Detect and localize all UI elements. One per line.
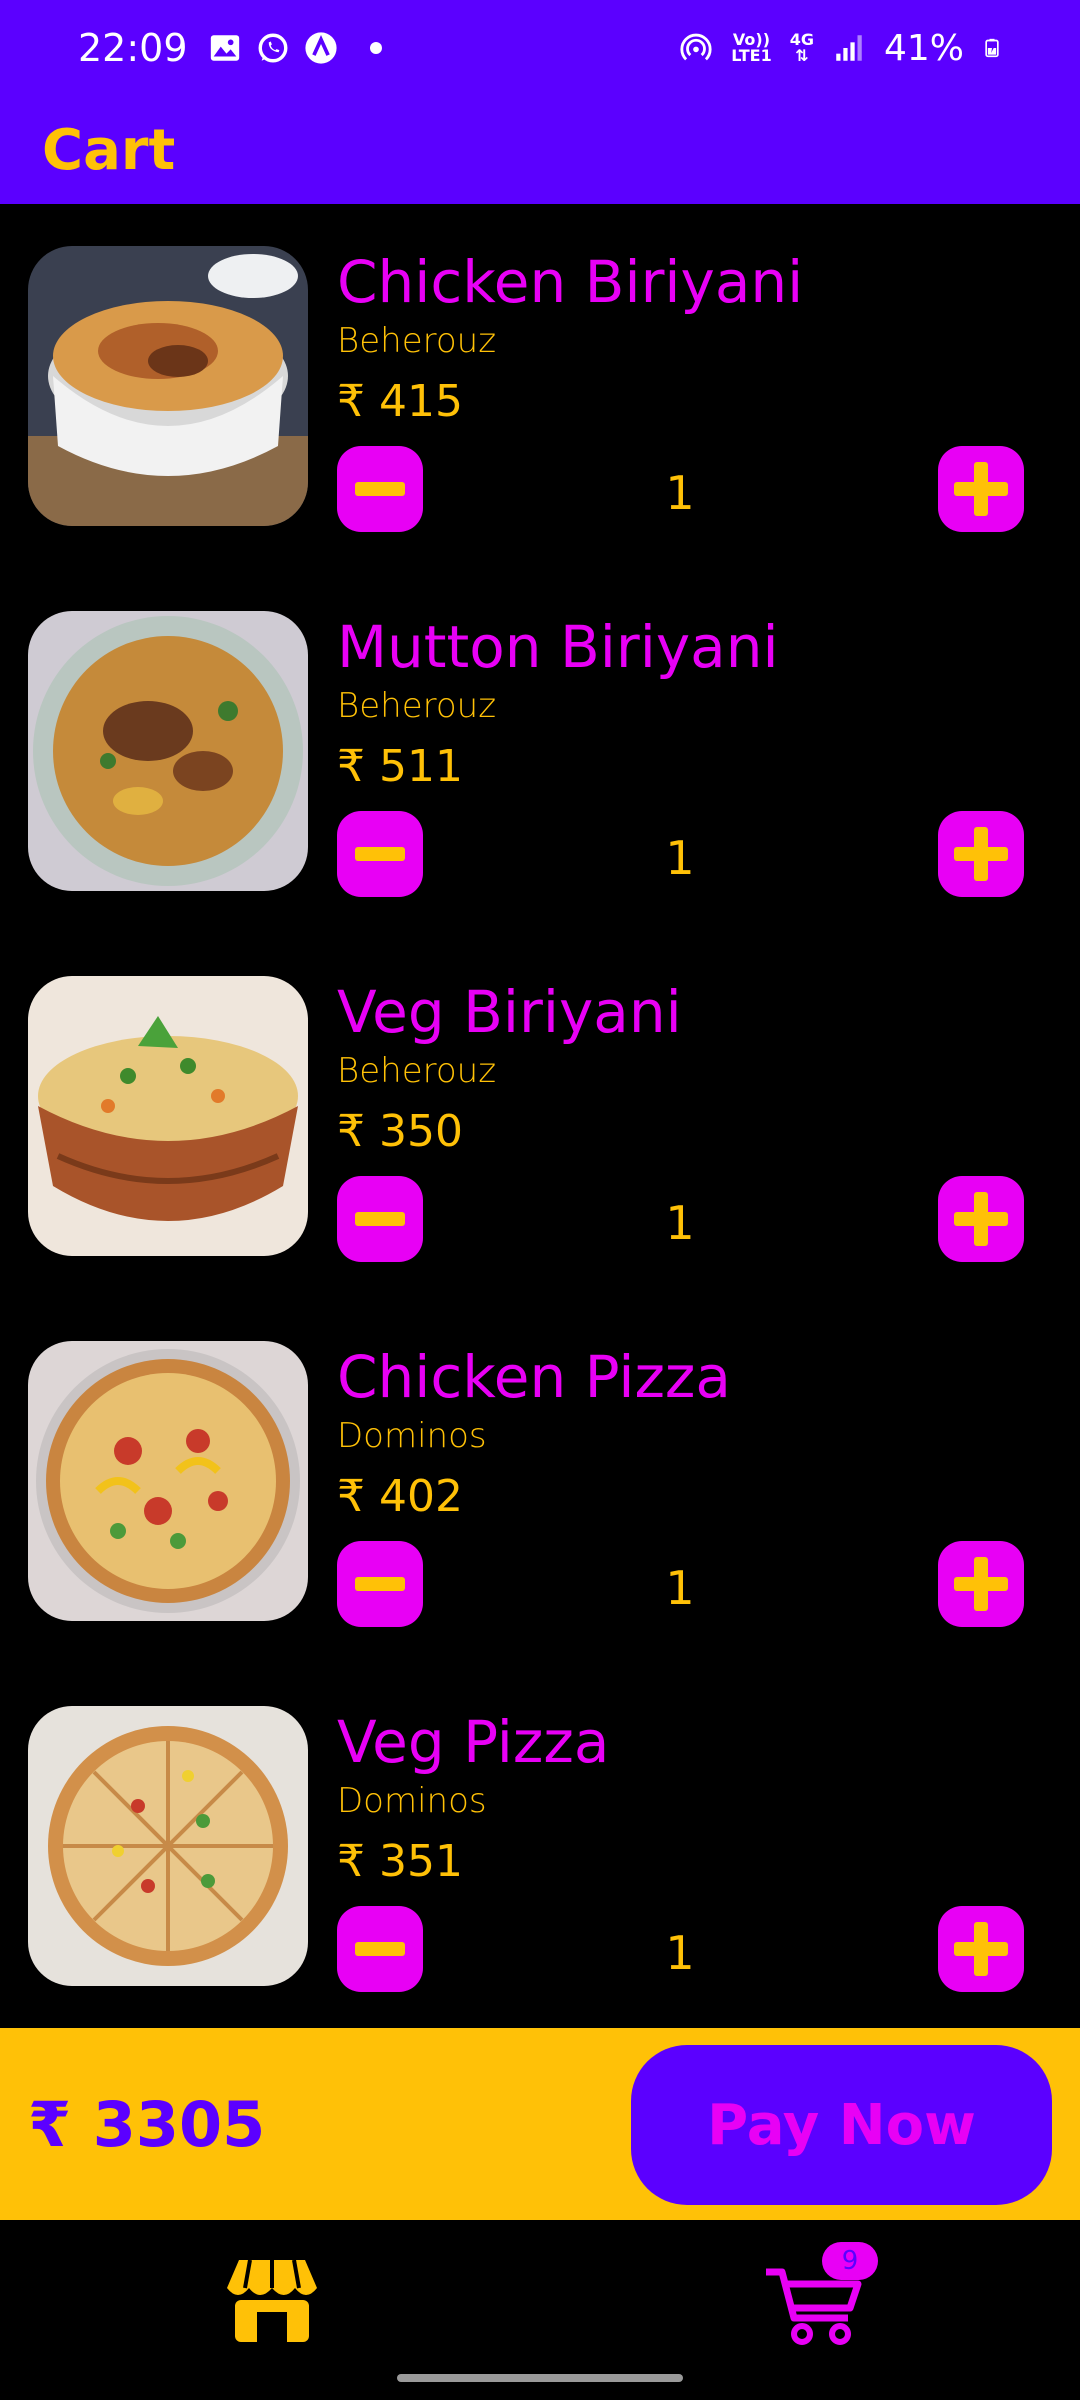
- status-left-icons: [208, 31, 382, 65]
- decrease-quantity-button[interactable]: [337, 1906, 423, 1992]
- item-name: Chicken Biriyani: [337, 248, 804, 316]
- cart-item: Veg Biriyani Beherouz ₹ 350 1: [0, 934, 1080, 1299]
- app-icon: [304, 32, 337, 64]
- status-bar: 22:09 Vo)) LTE1 4G ⇅ 41%: [0, 0, 1080, 96]
- notification-dot: [369, 42, 382, 54]
- volte-icon: Vo)) LTE1: [731, 32, 772, 64]
- mutton-biriyani-image: [28, 611, 308, 891]
- item-price: ₹ 511: [337, 741, 463, 792]
- quantity-value: 1: [665, 831, 695, 885]
- quantity-value: 1: [665, 1561, 695, 1615]
- 4g-icon: 4G ⇅: [790, 32, 814, 64]
- battery-icon: [985, 38, 999, 58]
- item-name: Veg Pizza: [337, 1708, 610, 1776]
- increase-quantity-button[interactable]: [938, 446, 1024, 532]
- item-name: Chicken Pizza: [337, 1343, 731, 1411]
- signal-icon: [836, 35, 862, 61]
- cart-item: Veg Pizza Dominos ₹ 351 1: [0, 1664, 1080, 2029]
- app-bar: Cart: [0, 96, 1080, 204]
- data-arrows-icon: ⇅: [795, 46, 809, 65]
- increase-quantity-button[interactable]: [938, 811, 1024, 897]
- status-time: 22:09: [78, 26, 188, 70]
- plus-icon: [954, 827, 1008, 881]
- increase-quantity-button[interactable]: [938, 1541, 1024, 1627]
- decrease-quantity-button[interactable]: [337, 811, 423, 897]
- hotspot-icon: [680, 33, 712, 61]
- minus-icon: [355, 847, 405, 861]
- item-name: Veg Biriyani: [337, 978, 682, 1046]
- item-store: Beherouz: [337, 686, 497, 726]
- decrease-quantity-button[interactable]: [337, 1541, 423, 1627]
- battery-percent: 41%: [883, 27, 964, 69]
- whatsapp-icon: [258, 33, 287, 63]
- plus-icon: [954, 1557, 1008, 1611]
- item-price: ₹ 415: [337, 376, 463, 427]
- item-store: Beherouz: [337, 1051, 497, 1091]
- quantity-value: 1: [665, 1196, 695, 1250]
- item-name: Mutton Biriyani: [337, 613, 779, 681]
- chicken-pizza-image: [28, 1341, 308, 1621]
- plus-icon: [954, 1192, 1008, 1246]
- item-price: ₹ 350: [337, 1106, 463, 1157]
- cart-badge: 9: [822, 2242, 878, 2280]
- checkout-bar: ₹ 3305 Pay Now: [0, 2028, 1080, 2220]
- home-indicator[interactable]: [397, 2374, 683, 2382]
- decrease-quantity-button[interactable]: [337, 446, 423, 532]
- gallery-icon: [210, 35, 239, 61]
- page-title: Cart: [42, 117, 176, 183]
- item-price: ₹ 351: [337, 1836, 463, 1887]
- minus-icon: [355, 1212, 405, 1226]
- pay-now-button[interactable]: Pay Now: [631, 2045, 1052, 2205]
- minus-icon: [355, 1577, 405, 1591]
- decrease-quantity-button[interactable]: [337, 1176, 423, 1262]
- item-price: ₹ 402: [337, 1471, 463, 1522]
- quantity-value: 1: [665, 1926, 695, 1980]
- item-store: Beherouz: [337, 321, 497, 361]
- cart-item: Chicken Pizza Dominos ₹ 402 1: [0, 1299, 1080, 1664]
- plus-icon: [954, 1922, 1008, 1976]
- minus-icon: [355, 1942, 405, 1956]
- cart-total: ₹ 3305: [28, 2088, 266, 2161]
- store-icon: [227, 2259, 317, 2342]
- minus-icon: [355, 482, 405, 496]
- status-right-icons: Vo)) LTE1 4G ⇅ 41%: [679, 28, 1002, 69]
- lte-label: LTE1: [731, 46, 772, 65]
- plus-icon: [954, 462, 1008, 516]
- cart-item: Chicken Biriyani Beherouz ₹ 415 1: [0, 204, 1080, 569]
- increase-quantity-button[interactable]: [938, 1176, 1024, 1262]
- chicken-biriyani-image: [28, 246, 308, 526]
- quantity-value: 1: [665, 466, 695, 520]
- nav-cart[interactable]: 9: [762, 2242, 878, 2350]
- cart-item: Mutton Biriyani Beherouz ₹ 511 1: [0, 569, 1080, 934]
- item-store: Dominos: [337, 1416, 487, 1456]
- veg-biriyani-image: [28, 976, 308, 1256]
- nav-store[interactable]: [217, 2250, 327, 2350]
- item-store: Dominos: [337, 1781, 487, 1821]
- increase-quantity-button[interactable]: [938, 1906, 1024, 1992]
- bottom-nav: 9: [0, 2220, 1080, 2400]
- veg-pizza-image: [28, 1706, 308, 1986]
